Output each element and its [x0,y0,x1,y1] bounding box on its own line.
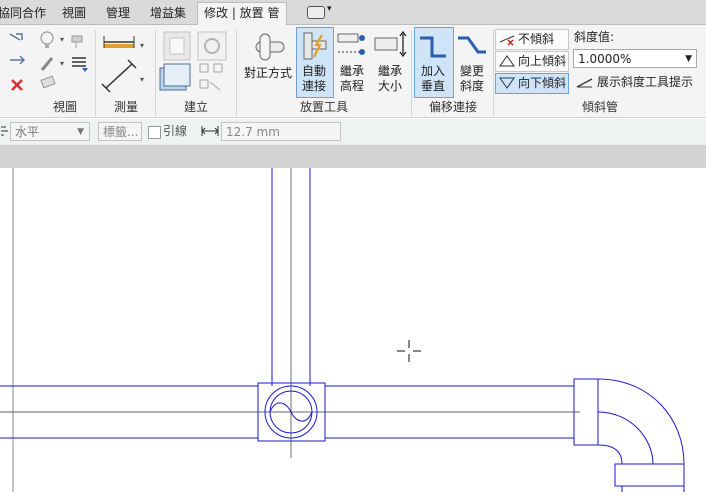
leader-checkbox[interactable] [148,126,161,139]
eraser-icon[interactable] [40,75,56,89]
add-vertical-label-2: 垂直 [420,79,445,93]
change-slope-label-1: 變更 [459,64,484,78]
slope-value: 1.0000% [578,52,632,66]
orientation-dropdown[interactable]: 水平 ▼ [10,122,90,141]
svg-text:▾: ▾ [140,75,144,84]
slope-tooltip-icon[interactable] [576,75,594,89]
component-icon[interactable] [163,31,191,61]
quick-access-toggle-icon[interactable] [307,6,325,19]
inherit-elevation-label-2: 高程 [339,79,364,93]
slope-up-label: 向上傾斜 [518,54,567,68]
inherit-elevation-icon[interactable] [336,30,368,62]
tag-placeholder: 標籤... [103,125,139,139]
slope-value-label: 斜度值: [574,30,615,44]
leader-length-icon [201,126,219,136]
svg-text:▾: ▾ [60,35,64,44]
ribbon-separator [95,30,96,116]
orientation-icon [1,126,8,136]
orientation-value: 水平 [15,125,40,139]
chevron-down-icon: ▼ [685,54,692,64]
measure-panel-icons: ▾ ▾ [101,36,144,93]
build-panel-icons [159,31,227,91]
slope-up-button[interactable]: 向上傾斜 [495,51,569,72]
add-vertical-icon [420,36,446,58]
panel-label-measure: 測量 [113,100,138,114]
delete-icon[interactable] [11,79,23,91]
panel-label-placement-tools: 放置工具 [299,100,348,114]
paint-icon[interactable] [71,35,83,48]
justify-icon[interactable] [250,30,290,64]
change-slope-label-2: 斜度 [459,79,484,93]
drawing-canvas[interactable] [0,168,706,492]
slope-down-button[interactable]: 向下傾斜 [495,73,569,94]
panel-label-offset-connect: 偏移連接 [428,100,477,114]
justify-label[interactable]: 對正方式 [240,66,296,81]
slope-value-dropdown[interactable]: 1.0000% ▼ [573,49,697,68]
brush-icon[interactable] [40,57,54,71]
slope-down-icon [499,77,515,89]
leader-label: 引線 [163,124,188,138]
auto-connect-label-1: 自動 [301,64,326,78]
show-slope-tooltip-label[interactable]: 展示斜度工具提示 [597,75,693,90]
chevron-down-icon: ▼ [77,127,84,137]
create-group-icon[interactable] [159,63,191,91]
parts-gear-icon[interactable] [197,31,227,61]
slope-down-label: 向下傾斜 [518,76,567,90]
elbow-fitting[interactable] [597,378,685,465]
elbow-collar-bottom[interactable] [614,463,685,487]
change-slope-icon[interactable] [456,32,488,60]
tag-field[interactable]: 標籤... [98,122,142,141]
ribbon-tab-bar: 協同合作 視圖 管理 增益集 修改 | 放置 管 ▾ [0,0,706,26]
add-vertical-label-1: 加入 [420,64,445,78]
inherit-size-icon[interactable] [373,30,407,62]
ribbon-separator [155,30,156,116]
tab-modify-place-pipe[interactable]: 修改 | 放置 管 [197,2,287,26]
crosshair-cursor-icon [397,340,421,362]
unpin-icon[interactable] [10,55,26,65]
tab-manage[interactable]: 管理 [106,3,130,23]
no-slope-icon [499,35,515,46]
modify-tools-icons [9,33,26,91]
auto-connect-icon [303,32,327,60]
panel-label-view: 視圖 [52,100,77,114]
tab-view[interactable]: 視圖 [62,3,86,23]
inherit-size-label-2: 大小 [377,79,402,93]
inherit-size-label-1: 繼承 [377,64,402,78]
aligned-dimension-icon[interactable] [103,36,135,48]
elbow-outlet [621,486,685,492]
ribbon-separator [236,30,237,116]
leader-length-field[interactable]: 12.7 mm [221,122,341,141]
no-slope-label: 不傾斜 [518,32,555,46]
inherit-elevation-label-1: 繼承 [339,64,364,78]
chevron-down-icon[interactable]: ▾ [327,4,332,14]
no-slope-button[interactable]: 不傾斜 [495,29,569,50]
panel-label-slope-pipe: 傾斜管 [581,100,618,114]
pipe-drawing [0,168,685,492]
auto-connect-label-2: 連接 [301,79,326,93]
tab-collaborate[interactable]: 協同合作 [0,3,46,23]
svg-text:▾: ▾ [140,41,144,50]
pin-icon[interactable] [9,33,23,41]
panel-label-build: 建立 [183,100,208,114]
svg-text:▾: ▾ [60,59,64,68]
filter-lines-icon[interactable] [72,57,88,72]
measure-distance-icon[interactable] [101,59,137,93]
leader-length-value: 12.7 mm [226,125,280,139]
tab-addins[interactable]: 增益集 [150,3,186,23]
view-panel-icons: ▾ ▾ [40,31,88,89]
view-tab-strip [0,146,706,168]
lightbulb-icon[interactable] [40,31,54,48]
similar-icon[interactable] [199,63,223,91]
slope-up-icon [499,55,515,67]
